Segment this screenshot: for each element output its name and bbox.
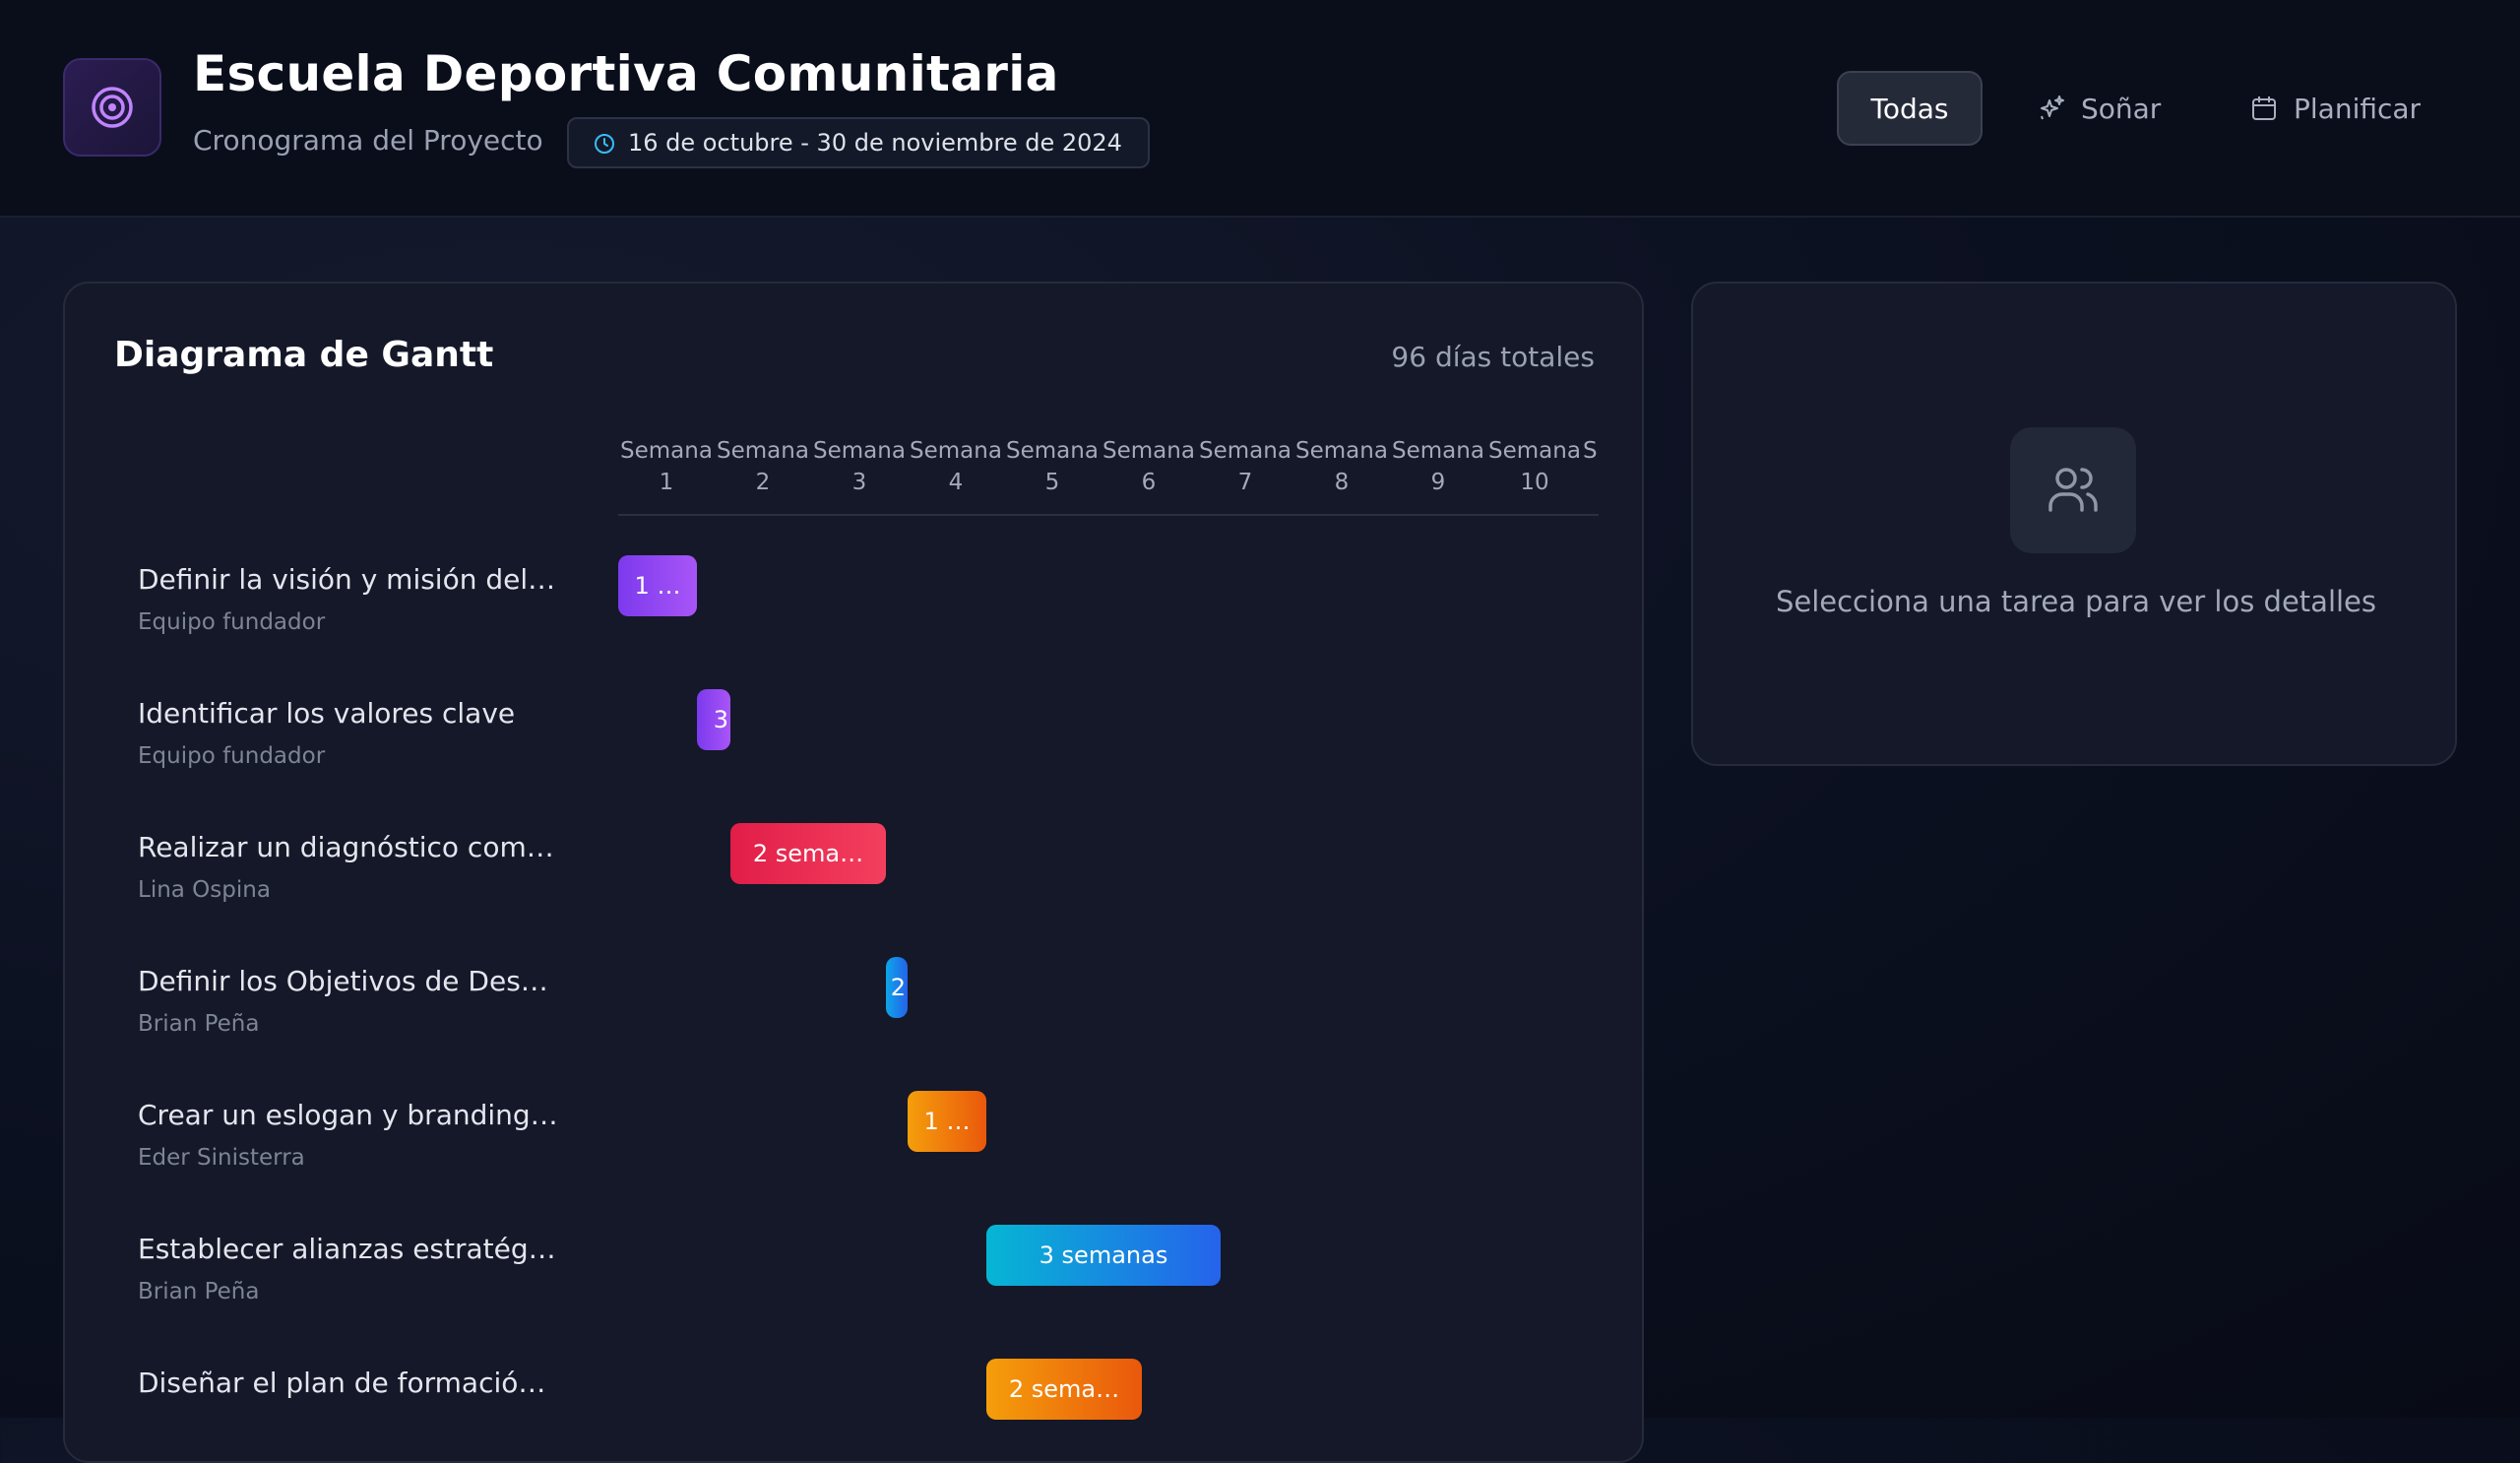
task-3-name[interactable]: Realizar un diagnóstico com… (138, 831, 554, 863)
app-title: Escuela Deportiva Comunitaria (193, 45, 1059, 102)
task-details-panel: Selecciona una tarea para ver los detall… (1691, 282, 2457, 766)
gantt-title: Diagrama de Gantt (114, 335, 494, 375)
users-icon (2010, 427, 2136, 553)
task-4-bar[interactable]: 2 (886, 957, 908, 1018)
task-6-owner: Brian Peña (138, 1279, 260, 1304)
filter-planificar-label: Planificar (2294, 92, 2422, 125)
week-header-11: S (1583, 438, 1598, 464)
calendar-icon (2248, 93, 2280, 124)
task-2-bar[interactable]: 3 (697, 689, 730, 750)
total-days: 96 días totales (1391, 341, 1595, 373)
week-header-4: Semana 4 (910, 438, 1002, 495)
task-2-name[interactable]: Identificar los valores clave (138, 697, 515, 730)
filter-todas-button[interactable]: Todas (1837, 71, 1983, 146)
week-header-7: Semana 7 (1199, 438, 1292, 495)
week-header-10: Semana 10 (1488, 438, 1581, 495)
week-header-9: Semana 9 (1392, 438, 1484, 495)
week-header-6: Semana 6 (1102, 438, 1195, 495)
task-1-bar[interactable]: 1 … (618, 555, 697, 616)
task-3-owner: Lina Ospina (138, 877, 271, 903)
task-4-name[interactable]: Definir los Objetivos de Des… (138, 965, 548, 997)
filter-planificar-button[interactable]: Planificar (2248, 71, 2421, 146)
sparkles-icon (2036, 93, 2067, 124)
filter-sonar-button[interactable]: Soñar (2036, 71, 2161, 146)
target-logo-icon (63, 58, 161, 157)
gantt-panel: Diagrama de Gantt 96 días totales Semana… (63, 282, 1644, 1463)
task-5-owner: Eder Sinisterra (138, 1145, 305, 1171)
week-header-5: Semana 5 (1006, 438, 1099, 495)
filter-sonar-label: Soñar (2081, 92, 2162, 125)
task-5-name[interactable]: Crear un eslogan y branding… (138, 1099, 558, 1131)
timeline-axis (618, 514, 1599, 516)
task-1-name[interactable]: Definir la visión y misión del… (138, 563, 555, 596)
page-subtitle: Cronograma del Proyecto (193, 124, 543, 157)
task-6-name[interactable]: Establecer alianzas estratég… (138, 1233, 556, 1265)
date-range-badge: 16 de octubre - 30 de noviembre de 2024 (567, 117, 1150, 168)
task-5-bar[interactable]: 1 … (908, 1091, 986, 1152)
task-3-bar[interactable]: 2 sema… (730, 823, 886, 884)
task-6-bar[interactable]: 3 semanas (986, 1225, 1221, 1286)
clock-icon (593, 132, 616, 161)
task-7-name[interactable]: Diseñar el plan de formació… (138, 1367, 545, 1399)
week-header-3: Semana 3 (813, 438, 906, 495)
task-2-owner: Equipo fundador (138, 743, 326, 769)
empty-details-message: Selecciona una tarea para ver los detall… (1775, 585, 2377, 618)
app-header: Escuela Deportiva Comunitaria Cronograma… (0, 0, 2520, 218)
task-4-owner: Brian Peña (138, 1011, 260, 1037)
week-header-2: Semana 2 (717, 438, 809, 495)
date-range-text: 16 de octubre - 30 de noviembre de 2024 (628, 129, 1122, 157)
task-1-owner: Equipo fundador (138, 609, 326, 635)
filter-todas-label: Todas (1870, 92, 1949, 125)
task-7-bar[interactable]: 2 sema… (986, 1359, 1142, 1420)
week-header-8: Semana 8 (1295, 438, 1388, 495)
week-header-1: Semana 1 (620, 438, 713, 495)
